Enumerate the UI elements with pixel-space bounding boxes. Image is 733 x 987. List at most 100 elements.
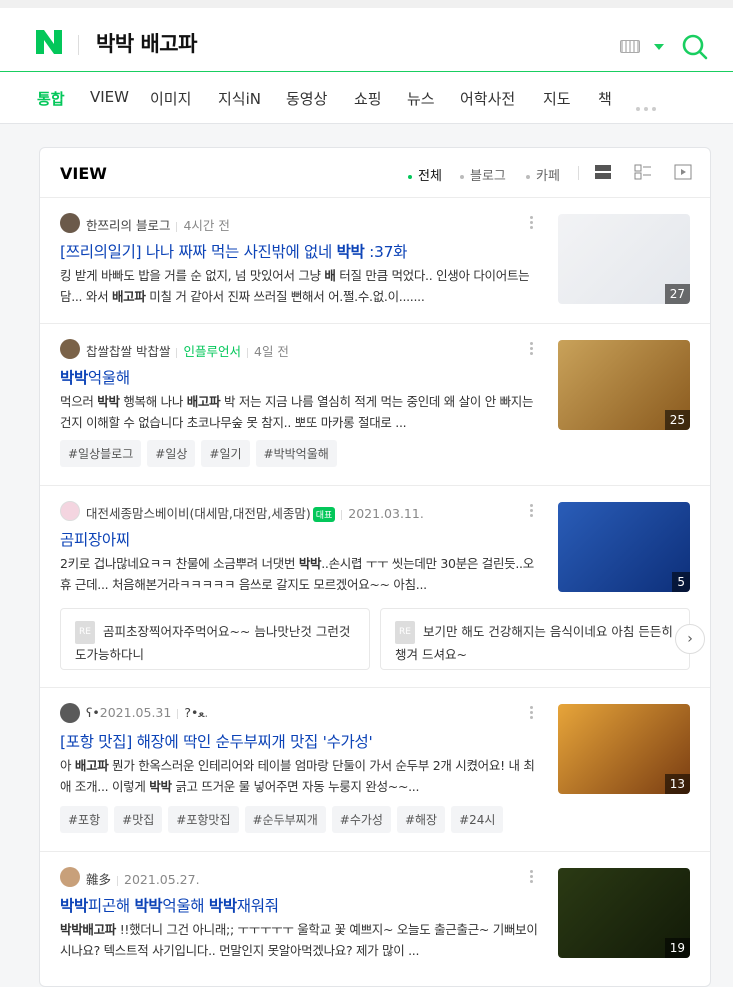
tab-view[interactable]: VIEW (90, 88, 129, 106)
result-thumbnail[interactable]: 5 (558, 502, 690, 592)
kebab-icon[interactable] (530, 870, 534, 884)
title-highlight: 박박 (60, 369, 88, 387)
keyboard-icon[interactable] (620, 40, 640, 53)
reply-tag: RE (395, 621, 415, 644)
author-name[interactable]: 찹쌀찹쌀 박찹쌀 (86, 344, 170, 359)
hashtag[interactable]: #박박억울해 (255, 440, 337, 467)
hashtag[interactable]: #24시 (451, 806, 504, 833)
list-view-icon[interactable] (594, 164, 612, 180)
tag-list: #일상블로그 #일상 #일기 #박박억울해 (60, 440, 343, 467)
result-meta: ʕ•ﻌ•?2021.05.31. (86, 705, 208, 720)
result-meta: 한쯔리의 블로그 4시간 전 (86, 215, 230, 234)
kebab-icon[interactable] (530, 216, 534, 230)
comment-text: 곰피초장찍어자주먹어요~~ 늠나맛난것 그런것도가능하다니 (75, 624, 351, 662)
kebab-icon[interactable] (530, 706, 534, 720)
filter-blog[interactable]: 블로그 (460, 165, 506, 184)
tab-images[interactable]: 이미지 (150, 88, 191, 109)
video-view-icon[interactable] (674, 164, 692, 180)
view-panel-title: VIEW (60, 164, 107, 183)
tab-shopping[interactable]: 쇼핑 (354, 88, 382, 109)
result-thumbnail[interactable]: 13 (558, 704, 690, 794)
search-query[interactable]: 박박 배고파 (96, 28, 197, 58)
filter-blog-label: 블로그 (470, 169, 506, 184)
result-title[interactable]: [쯔리의일기] 나나 짜짜 먹는 사진밖에 없네 박박 :37화 (60, 240, 407, 262)
filter-all-label: 전체 (418, 169, 442, 184)
title-highlight: 박박 (336, 243, 365, 261)
title-text: [쯔리의일기] 나나 짜짜 먹는 사진밖에 없네 (60, 243, 337, 261)
comment-card[interactable]: RE 보기만 해도 건강해지는 음식이네요 아침 든든히 챙겨 드셔요~ (380, 608, 690, 670)
post-time: 4시간 전 (183, 218, 230, 233)
filter-cafe[interactable]: 카페 (526, 165, 560, 184)
hashtag[interactable]: #포항맛집 (168, 806, 239, 833)
cafe-badge: 대표 (312, 507, 336, 522)
tab-knowledge[interactable]: 지식iN (218, 88, 261, 109)
tab-dictionary[interactable]: 어학사전 (460, 88, 515, 109)
hashtag[interactable]: #맛집 (114, 806, 163, 833)
result-thumbnail[interactable]: 19 (558, 868, 690, 958)
kebab-icon[interactable] (530, 504, 534, 518)
hashtag[interactable]: #포항 (60, 806, 109, 833)
image-count: 13 (664, 774, 690, 794)
result-description: 아 배고파 뭔가 한옥스러운 인테리어와 테이블 엄마랑 단둘이 가서 순두부 … (60, 758, 535, 794)
view-panel-header: VIEW 전체 블로그 카페 (40, 148, 710, 198)
post-time: 2021.03.11. (348, 506, 424, 521)
result-title[interactable]: [포항 맛집] 해장에 딱인 순두부찌개 맛집 '수가성' (60, 730, 373, 752)
result-item[interactable]: ʕ•ﻌ•?2021.05.31. [포항 맛집] 해장에 딱인 순두부찌개 맛집… (40, 688, 710, 852)
logo-icon[interactable] (36, 30, 62, 54)
filter-all[interactable]: 전체 (408, 165, 442, 184)
kebab-icon[interactable] (530, 342, 534, 356)
result-title[interactable]: 박박억울해 (60, 366, 130, 388)
avatar[interactable] (60, 213, 80, 233)
author-name[interactable]: 대전세종맘스베이비(대세맘,대전맘,세종맘) (86, 506, 311, 521)
result-title[interactable]: 박박피곤해 박박억울해 박박재워줘 (60, 894, 279, 916)
influencer-label: 인플루언서 (183, 344, 241, 359)
hashtag[interactable]: #일상 (147, 440, 196, 467)
tag-list: #포항 #맛집 #포항맛집 #순두부찌개 #수가성 #해장 #24시 (60, 806, 509, 833)
author-name[interactable]: 雜多 (86, 872, 111, 887)
avatar[interactable] (60, 339, 80, 359)
result-item[interactable]: 雜多 2021.05.27. 박박피곤해 박박억울해 박박재워줘 박박배고파 !!… (40, 852, 710, 986)
avatar[interactable] (60, 703, 80, 723)
tab-integrated[interactable]: 통합 (37, 88, 65, 109)
search-icon[interactable] (682, 34, 708, 60)
title-highlight: 박박 (60, 897, 88, 915)
tab-map[interactable]: 지도 (543, 88, 571, 109)
hashtag[interactable]: #순두부찌개 (244, 806, 326, 833)
hashtag[interactable]: #해장 (396, 806, 446, 833)
next-arrow-icon[interactable]: › (675, 624, 705, 654)
filter-divider (578, 166, 579, 180)
result-meta: 찹쌀찹쌀 박찹쌀 인플루언서 4일 전 (86, 341, 289, 360)
title-text: 억울해 (87, 369, 130, 387)
result-description: 먹으러 박박 행복해 나나 배고파 박 저는 지금 나름 열심히 적게 먹는 중… (60, 394, 534, 430)
result-title[interactable]: 곰피장아찌 (60, 528, 130, 550)
avatar[interactable] (60, 867, 80, 887)
image-count: 5 (672, 572, 690, 592)
result-item[interactable]: 찹쌀찹쌀 박찹쌀 인플루언서 4일 전 박박억울해 먹으러 박박 행복해 나나 배고… (40, 324, 710, 486)
tab-books[interactable]: 책 (598, 88, 612, 109)
more-dots-icon[interactable] (636, 96, 660, 111)
reply-tag: RE (75, 621, 95, 644)
logo-divider (78, 35, 79, 55)
hashtag[interactable]: #수가성 (331, 806, 391, 833)
result-thumbnail[interactable]: 27 (558, 214, 690, 304)
image-count: 19 (664, 938, 690, 958)
search-tabs: 통합 VIEW 이미지 지식iN 동영상 쇼핑 뉴스 어학사전 지도 책 (0, 72, 733, 124)
result-item[interactable]: 대전세종맘스베이비(대세맘,대전맘,세종맘) 대표 2021.03.11. 곰피장아… (40, 486, 710, 688)
comment-card[interactable]: RE 곰피초장찍어자주먹어요~~ 늠나맛난것 그런것도가능하다니 (60, 608, 370, 670)
result-item[interactable]: 한쯔리의 블로그 4시간 전 [쯔리의일기] 나나 짜짜 먹는 사진밖에 없네 박… (40, 198, 710, 324)
result-thumbnail[interactable]: 25 (558, 340, 690, 430)
tab-video[interactable]: 동영상 (286, 88, 327, 109)
tab-news[interactable]: 뉴스 (407, 88, 435, 109)
result-description: 킹 받게 바빠도 밥을 거를 순 없지, 넘 맛있어서 그냥 배 터질 만큼 먹… (60, 268, 530, 304)
search-header: 박박 배고파 (0, 0, 733, 72)
dropdown-caret-icon[interactable] (654, 44, 664, 50)
image-count: 27 (664, 284, 690, 304)
avatar[interactable] (60, 501, 80, 521)
hashtag[interactable]: #일상블로그 (60, 440, 142, 467)
result-description: 2키로 겁나많네요ㅋㅋ 찬물에 소금뿌려 너댓번 박박..손시렵 ㅜㅜ 씻는데만… (60, 556, 534, 592)
post-time: 4일 전 (254, 344, 289, 359)
author-name[interactable]: 한쯔리의 블로그 (86, 218, 170, 233)
hashtag[interactable]: #일기 (201, 440, 250, 467)
result-meta: 雜多 2021.05.27. (86, 869, 200, 888)
card-view-icon[interactable] (634, 164, 652, 180)
